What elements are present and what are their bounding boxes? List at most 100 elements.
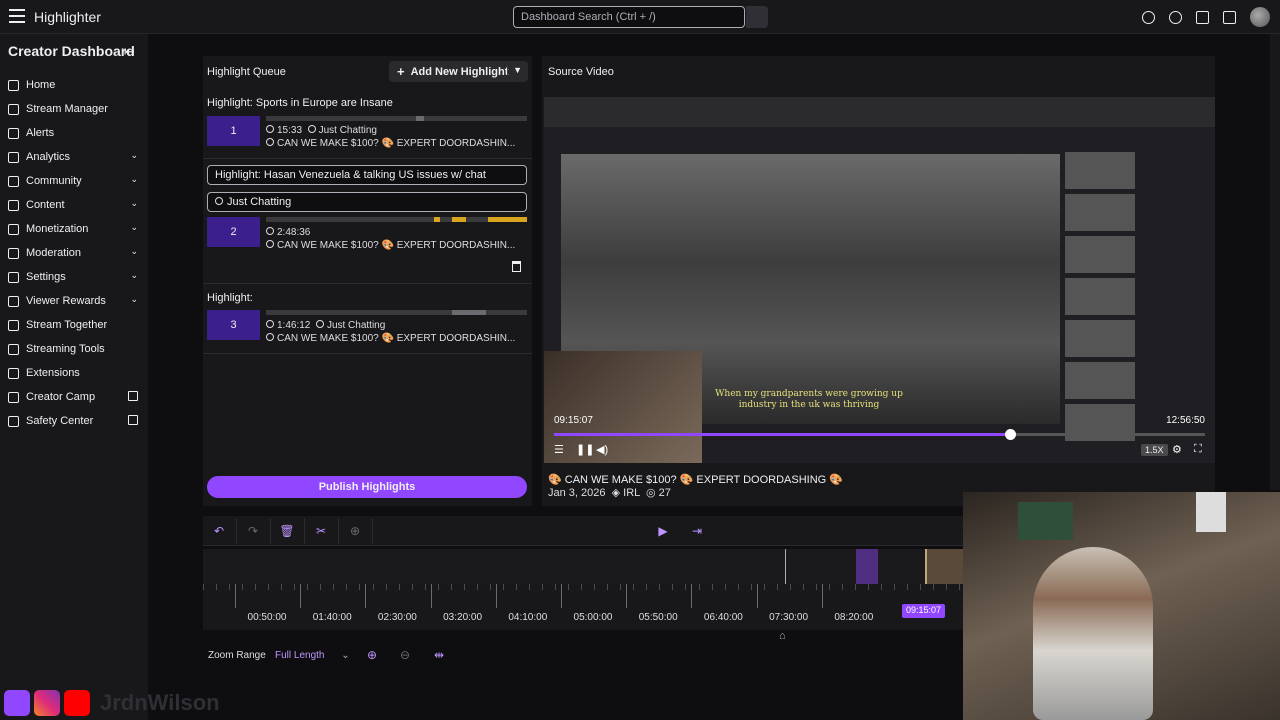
highlight-2-number[interactable]: 2: [207, 217, 260, 247]
highlight-2-bar: [266, 217, 527, 222]
menu-icon[interactable]: [9, 9, 25, 23]
highlight-2-category-input[interactable]: Just Chatting: [207, 192, 527, 212]
chat-icon[interactable]: [1223, 10, 1236, 24]
minor-tick: [711, 584, 713, 590]
volume-icon[interactable]: ◀): [596, 443, 608, 456]
minor-tick: [594, 584, 596, 590]
scissors-icon[interactable]: ✂: [313, 524, 329, 538]
search-input[interactable]: Dashboard Search (Ctrl + /): [513, 6, 745, 28]
highlight-2-stream: CAN WE MAKE $100? 🎨 EXPERT DOORDASHIN...: [266, 240, 515, 251]
pause-icon[interactable]: ❚❚: [576, 443, 594, 456]
chapters-icon[interactable]: ☰: [554, 443, 564, 456]
home-icon: [8, 79, 19, 91]
skip-to-end-icon[interactable]: ⇥: [689, 524, 705, 538]
play-icon[interactable]: ▶: [655, 524, 671, 538]
highlight-3-title: Highlight:: [207, 292, 253, 304]
tick-label: 05:00:00: [573, 612, 613, 623]
chevron-down-icon[interactable]: ⌄: [130, 198, 138, 209]
zoom-in-icon[interactable]: ⊕: [367, 648, 379, 662]
minor-tick: [203, 584, 204, 590]
help-icon[interactable]: [1142, 10, 1155, 24]
zoom-out-icon[interactable]: ⊖: [400, 648, 412, 662]
sidebar-item-stream-together[interactable]: Stream Together: [8, 315, 140, 335]
chevron-down-icon[interactable]: ⌄: [130, 222, 138, 233]
highlight-2-title-input[interactable]: Highlight: Hasan Venezuela & talking US …: [207, 165, 527, 185]
inbox-icon[interactable]: [1196, 10, 1209, 24]
external-link-icon: [128, 391, 138, 401]
sidebar-item-label: Monetization: [26, 223, 89, 235]
selected-clip[interactable]: [925, 549, 963, 584]
sidebar-item-monetization[interactable]: Monetization ⌄: [8, 219, 140, 239]
sidebar-item-settings[interactable]: Settings ⌄: [8, 267, 140, 287]
timeline-ruler[interactable]: 00:50:00 01:40:00 02:30:00 03:20:00 04:10:00…: [203, 584, 974, 630]
major-tick: [756, 584, 758, 608]
zoom-range-select[interactable]: Full Length ⌄: [275, 650, 350, 661]
timeline-track[interactable]: [203, 549, 963, 584]
sidebar-item-extensions[interactable]: Extensions: [8, 363, 140, 383]
sidebar-item-viewer-rewards[interactable]: Viewer Rewards ⌄: [8, 291, 140, 311]
minor-tick: [633, 584, 635, 590]
delete-icon[interactable]: 🗑: [279, 524, 295, 538]
chevron-down-icon[interactable]: ⌄: [130, 294, 138, 305]
eagles-flag: [1018, 502, 1073, 540]
highlight-3-category: Just Chatting: [326, 320, 386, 331]
sidebar-item-streaming-tools[interactable]: Streaming Tools: [8, 339, 140, 359]
minor-tick: [933, 584, 935, 590]
safety-center-icon: [8, 415, 19, 427]
sidebar-item-analytics[interactable]: Analytics ⌄: [8, 147, 140, 167]
sidebar-item-content[interactable]: Content ⌄: [8, 195, 140, 215]
sidebar-item-stream-manager[interactable]: Stream Manager: [8, 99, 140, 119]
undo-icon[interactable]: ↶: [211, 524, 227, 538]
zoom-range-value: Full Length: [275, 650, 325, 661]
minor-tick: [476, 584, 478, 590]
video-progress-bar[interactable]: [554, 429, 1205, 440]
sidebar-item-creator-camp[interactable]: Creator Camp: [8, 387, 140, 407]
recommendations-thumbs: [1065, 152, 1195, 441]
gear-icon[interactable]: ⚙: [1172, 443, 1182, 456]
fullscreen-icon[interactable]: ⛶: [1194, 443, 1202, 456]
sparkle-icon[interactable]: [1169, 10, 1182, 24]
sidebar-item-alerts[interactable]: Alerts: [8, 123, 140, 143]
minor-tick: [255, 584, 257, 590]
redo-icon[interactable]: ↷: [245, 524, 261, 538]
add-marker-icon[interactable]: ⊕: [347, 524, 363, 538]
playhead-time[interactable]: 09:15:07: [902, 604, 946, 618]
highlight-range[interactable]: [856, 549, 878, 584]
progress-fill: [554, 433, 1010, 436]
highlight-1-number[interactable]: 1: [207, 116, 260, 146]
fit-icon[interactable]: ⇹: [434, 648, 446, 662]
sidebar-item-home[interactable]: Home: [8, 75, 140, 95]
scrollbar[interactable]: [1270, 34, 1280, 490]
avatar[interactable]: [1250, 7, 1270, 27]
sidebar-item-community[interactable]: Community ⌄: [8, 171, 140, 191]
minor-tick: [881, 584, 883, 590]
tick-label: 02:30:00: [377, 612, 417, 623]
chevron-down-icon[interactable]: ⌄: [130, 150, 138, 161]
publish-button[interactable]: Publish Highlights: [207, 476, 527, 498]
minor-tick: [841, 584, 843, 590]
social-overlay: JrdnWilson: [4, 690, 220, 716]
total-time: 12:56:50: [1166, 415, 1205, 426]
highlight-3-number[interactable]: 3: [207, 310, 260, 340]
chevron-down-icon[interactable]: ⌄: [130, 246, 138, 257]
browser-screenshot: [544, 97, 1215, 127]
video-player[interactable]: When my grandparents were growing up ind…: [544, 97, 1215, 463]
sidebar-item-safety-center[interactable]: Safety Center: [8, 411, 140, 431]
add-highlight-button[interactable]: + Add New Highlight ▼: [389, 61, 528, 82]
chevron-down-icon[interactable]: ▼: [507, 65, 522, 75]
minor-tick: [685, 584, 687, 590]
highlight-3-duration: 1:46:12: [277, 320, 311, 331]
search-icon[interactable]: [746, 6, 768, 28]
chevron-down-icon[interactable]: ⌄: [130, 174, 138, 185]
trash-icon[interactable]: [512, 261, 521, 272]
sidebar-item-moderation[interactable]: Moderation ⌄: [8, 243, 140, 263]
speed-button[interactable]: 1.5X: [1141, 444, 1168, 456]
chevron-down-icon[interactable]: ⌄: [130, 270, 138, 281]
divider: [203, 353, 532, 354]
minor-tick: [724, 584, 726, 590]
highlight-2-stream-title: CAN WE MAKE $100? 🎨 EXPERT DOORDASHIN...: [277, 240, 516, 251]
progress-knob[interactable]: [1004, 429, 1016, 440]
tick-label: 05:50:00: [638, 612, 678, 623]
collapse-icon[interactable]: ⇤: [124, 44, 135, 60]
minor-tick: [346, 584, 348, 590]
